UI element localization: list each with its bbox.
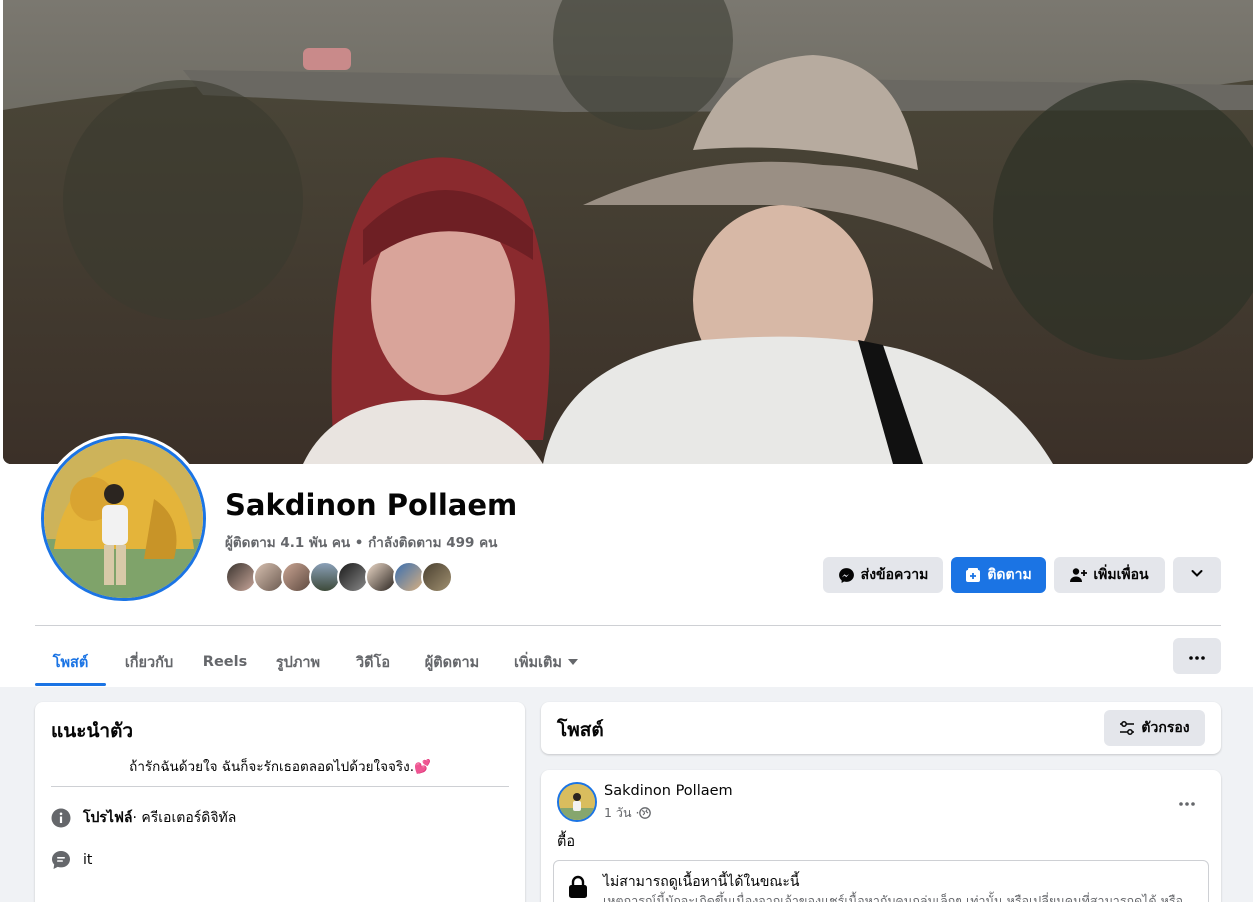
unavailable-description: เหตุการณ์นี้มักจะเกิดขึ้นเนื่องจากเจ้าขอ…: [603, 893, 1184, 902]
follower-avatar[interactable]: [421, 561, 453, 593]
follow-plus-icon: [965, 567, 981, 583]
post-text: ตื้อ: [557, 834, 576, 850]
intro-title: แนะนำตัว: [51, 720, 134, 742]
intro-divider: [51, 786, 509, 787]
post-author-avatar[interactable]: [557, 782, 597, 822]
follower-avatars: [225, 561, 465, 593]
intro-profile-label: โปรไฟล์: [83, 810, 133, 826]
message-button-label: ส่งข้อความ: [860, 567, 929, 583]
intro-extra-text: it: [83, 852, 93, 868]
chat-bubble-icon: [51, 850, 71, 870]
profile-header: Sakdinon Pollaem ผู้ติดตาม 4.1 พัน คน • …: [0, 0, 1253, 687]
post-author-name[interactable]: Sakdinon Pollaem: [604, 783, 733, 799]
tab-videos[interactable]: วิดีโอ: [342, 638, 404, 686]
post-time-text: 1 วัน ·: [604, 805, 640, 820]
intro-profile-row: โปรไฟล์ · ครีเอเตอร์ดิจิทัล: [51, 807, 236, 829]
tab-about[interactable]: เกี่ยวกับ: [109, 638, 189, 686]
header-divider: [35, 625, 1221, 626]
more-horizontal-icon: [1179, 791, 1195, 810]
active-tab-indicator: [35, 683, 106, 686]
messenger-icon: [838, 567, 855, 584]
posts-header-card: โพสต์ ตัวกรอง: [541, 702, 1221, 754]
profile-avatar[interactable]: [38, 433, 209, 604]
filter-button[interactable]: ตัวกรอง: [1104, 710, 1205, 746]
intro-profile-category: · ครีเอเตอร์ดิจิทัล: [132, 810, 237, 826]
tab-more-label: เพิ่มเติม: [513, 654, 562, 671]
follow-stats[interactable]: ผู้ติดตาม 4.1 พัน คน • กำลังติดตาม 499 ค…: [225, 531, 497, 553]
content-unavailable-box: ไม่สามารถดูเนื้อหานี้ได้ในขณะนี้ เหตุการ…: [553, 860, 1209, 902]
globe-icon: [639, 807, 652, 819]
add-friend-button[interactable]: เพิ่มเพื่อน: [1054, 557, 1165, 593]
intro-bio: ถ้ารักฉันด้วยใจ ฉันก็จะรักเธอตลอดไปด้วยใ…: [129, 759, 431, 775]
tab-reels[interactable]: Reels: [196, 638, 254, 686]
more-horizontal-icon: [1189, 648, 1205, 664]
tab-more[interactable]: เพิ่มเติม: [500, 638, 592, 686]
tab-photos[interactable]: รูปภาพ: [262, 638, 334, 686]
post-overflow-button[interactable]: [1171, 788, 1203, 812]
add-friend-icon: [1070, 567, 1088, 583]
more-actions-button[interactable]: [1173, 557, 1221, 593]
tab-posts[interactable]: โพสต์: [35, 638, 106, 686]
chevron-down-icon: [1190, 566, 1204, 584]
profile-overflow-button[interactable]: [1173, 638, 1221, 674]
intro-card: แนะนำตัว ถ้ารักฉันด้วยใจ ฉันก็จะรักเธอตล…: [35, 702, 525, 902]
lock-icon: [568, 875, 588, 902]
message-button[interactable]: ส่งข้อความ: [823, 557, 943, 593]
filter-button-label: ตัวกรอง: [1141, 720, 1190, 736]
info-icon: [51, 808, 71, 828]
follow-button[interactable]: ติดตาม: [951, 557, 1046, 593]
post-timestamp[interactable]: 1 วัน ·: [604, 803, 652, 823]
filter-sliders-icon: [1119, 720, 1135, 736]
unavailable-title: ไม่สามารถดูเนื้อหานี้ได้ในขณะนี้: [603, 874, 800, 890]
tab-followers[interactable]: ผู้ติดตาม: [411, 638, 493, 686]
follow-button-label: ติดตาม: [987, 567, 1032, 583]
profile-name: Sakdinon Pollaem: [225, 488, 518, 522]
post-card: Sakdinon Pollaem 1 วัน · ตื้อ ไม่สามารถด…: [541, 770, 1221, 902]
cover-photo[interactable]: [3, 0, 1253, 464]
caret-down-icon: [568, 659, 578, 665]
posts-title: โพสต์: [557, 719, 604, 741]
intro-extra-row: it: [51, 849, 92, 871]
add-friend-button-label: เพิ่มเพื่อน: [1093, 567, 1149, 583]
